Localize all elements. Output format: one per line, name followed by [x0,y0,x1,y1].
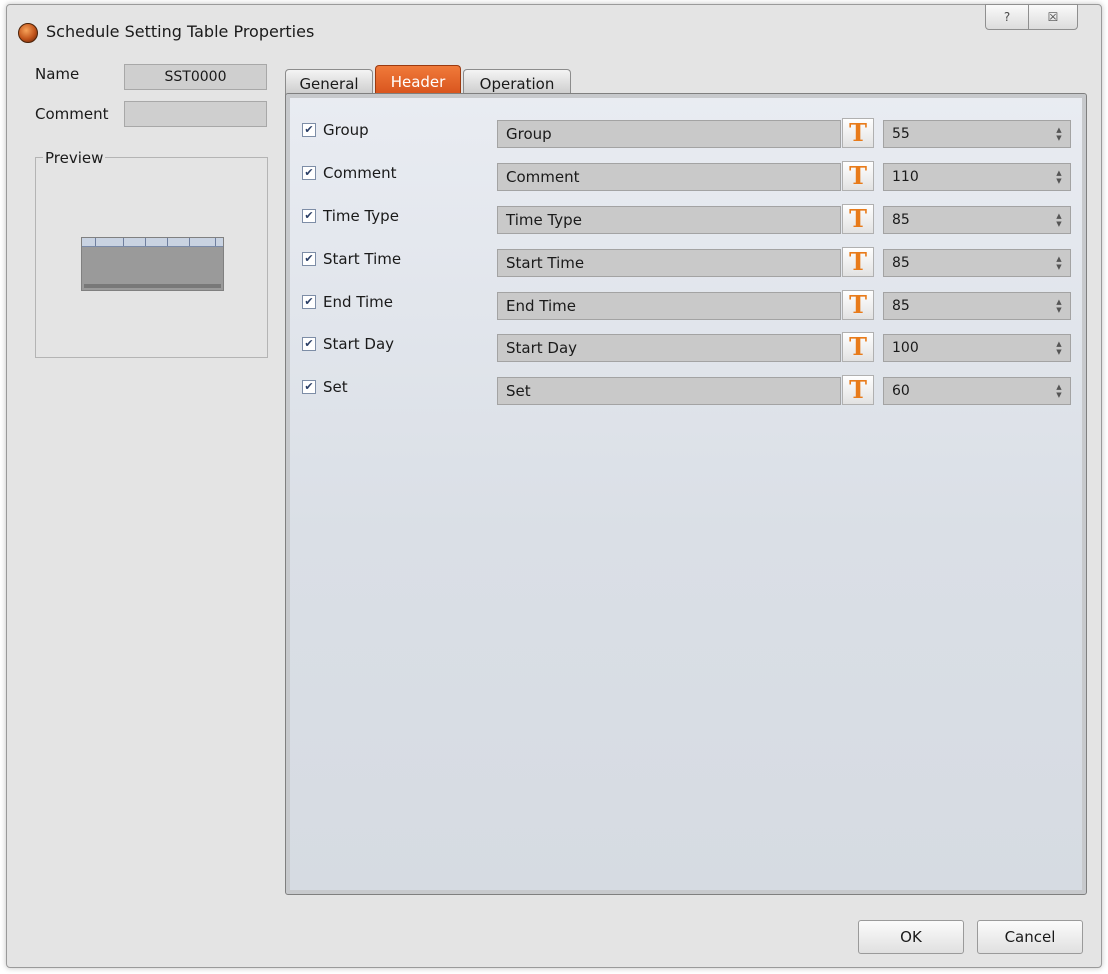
comment-header-text-field[interactable]: Comment [497,163,841,191]
name-label: Name [35,65,80,83]
start-time-header-text-field[interactable]: Start Time [497,249,841,277]
preview-thumbnail-col [96,238,124,246]
header-row-group: ✔ Group Group T 55 ▲ ▼ [286,116,1086,148]
properties-dialog: Schedule Setting Table Properties ? ☒ Na… [6,4,1102,968]
font-icon: T [849,247,867,276]
start-time-width-value: 85 [892,255,910,271]
header-row-start-day: ✔ Start Day Start Day T 100 ▲ ▼ [286,330,1086,362]
time-type-label: Time Type [323,207,399,225]
spin-arrows-icon[interactable]: ▲ ▼ [1054,340,1064,356]
end-time-label: End Time [323,293,393,311]
set-font-button[interactable]: T [842,375,874,405]
preview-label: Preview [43,149,106,167]
time-type-font-button[interactable]: T [842,204,874,234]
comment-label: Comment [35,105,109,123]
set-checkbox[interactable]: ✔ [302,380,316,394]
start-day-header-text-field[interactable]: Start Day [497,334,841,362]
font-icon: T [849,204,867,233]
header-row-comment: ✔ Comment Comment T 110 ▲ ▼ [286,159,1086,191]
spin-arrows-icon[interactable]: ▲ ▼ [1054,212,1064,228]
spin-arrows-icon[interactable]: ▲ ▼ [1054,255,1064,271]
title-bar: Schedule Setting Table Properties ? ☒ [7,4,1101,53]
spin-arrows-icon[interactable]: ▲ ▼ [1054,169,1064,185]
font-icon: T [849,290,867,319]
comment-width-value: 110 [892,169,919,185]
end-time-checkbox[interactable]: ✔ [302,295,316,309]
close-icon: ☒ [1047,10,1059,24]
preview-thumbnail [81,237,224,291]
group-width-field[interactable]: 55 ▲ ▼ [883,120,1071,148]
spin-arrows-icon[interactable]: ▲ ▼ [1054,126,1064,142]
time-type-width-field[interactable]: 85 ▲ ▼ [883,206,1071,234]
preview-thumbnail-col [190,238,216,246]
time-type-width-value: 85 [892,212,910,228]
font-icon: T [849,375,867,404]
time-type-header-text-field[interactable]: Time Type [497,206,841,234]
preview-thumbnail-col [168,238,190,246]
start-day-width-field[interactable]: 100 ▲ ▼ [883,334,1071,362]
header-row-set: ✔ Set Set T 60 ▲ ▼ [286,373,1086,405]
help-icon: ? [1003,10,1011,24]
comment-font-button[interactable]: T [842,161,874,191]
group-header-text-field[interactable]: Group [497,120,841,148]
end-time-width-value: 85 [892,298,910,314]
comment-width-field[interactable]: 110 ▲ ▼ [883,163,1071,191]
start-time-label: Start Time [323,250,402,268]
start-time-width-field[interactable]: 85 ▲ ▼ [883,249,1071,277]
header-tab-panel: ✔ Group Group T 55 ▲ ▼ ✔ Comment Comment T… [285,93,1087,895]
preview-thumbnail-col [82,238,96,246]
set-width-value: 60 [892,383,910,399]
font-icon: T [849,161,867,190]
end-time-width-field[interactable]: 85 ▲ ▼ [883,292,1071,320]
font-icon: T [849,332,867,361]
start-day-font-button[interactable]: T [842,332,874,362]
spin-arrows-icon[interactable]: ▲ ▼ [1054,298,1064,314]
comment-checkbox[interactable]: ✔ [302,166,316,180]
font-icon: T [849,118,867,147]
header-row-time-type: ✔ Time Type Time Type T 85 ▲ ▼ [286,202,1086,234]
spin-arrows-icon[interactable]: ▲ ▼ [1054,383,1064,399]
header-row-start-time: ✔ Start Time Start Time T 85 ▲ ▼ [286,245,1086,277]
group-width-value: 55 [892,126,910,142]
end-time-font-button[interactable]: T [842,290,874,320]
window-title: Schedule Setting Table Properties [46,22,315,41]
start-time-checkbox[interactable]: ✔ [302,252,316,266]
preview-thumbnail-header [82,238,223,247]
header-row-end-time: ✔ End Time End Time T 85 ▲ ▼ [286,288,1086,320]
start-day-label: Start Day [323,335,395,353]
name-field[interactable]: SST0000 [124,64,267,90]
preview-thumbnail-scrollbar [84,284,221,288]
cancel-button[interactable]: Cancel [977,920,1083,954]
group-font-button[interactable]: T [842,118,874,148]
preview-thumbnail-col [146,238,168,246]
ok-button[interactable]: OK [858,920,964,954]
time-type-checkbox[interactable]: ✔ [302,209,316,223]
set-width-field[interactable]: 60 ▲ ▼ [883,377,1071,405]
comment-label: Comment [323,164,397,182]
set-header-text-field[interactable]: Set [497,377,841,405]
start-day-width-value: 100 [892,340,919,356]
preview-thumbnail-col [124,238,146,246]
close-button[interactable]: ☒ [1028,4,1078,30]
set-label: Set [323,378,348,396]
group-checkbox[interactable]: ✔ [302,123,316,137]
start-time-font-button[interactable]: T [842,247,874,277]
start-day-checkbox[interactable]: ✔ [302,337,316,351]
app-icon [18,23,38,43]
group-label: Group [323,121,369,139]
help-button[interactable]: ? [985,4,1029,30]
comment-field[interactable] [124,101,267,127]
end-time-header-text-field[interactable]: End Time [497,292,841,320]
